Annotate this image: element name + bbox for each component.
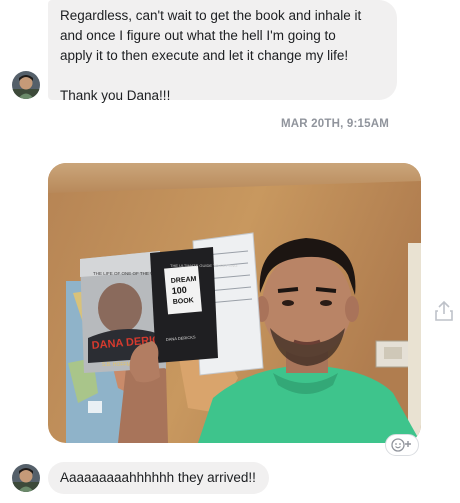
avatar[interactable] bbox=[12, 71, 40, 99]
message-line: Thank you Dana!!! bbox=[60, 88, 171, 103]
message-bubble[interactable]: Regardless, can't wait to get the book a… bbox=[48, 0, 397, 103]
message-line: and once I figure out what the hell I'm … bbox=[60, 28, 336, 43]
avatar-image bbox=[12, 71, 40, 99]
timestamp: MAR 20TH, 9:15AM bbox=[281, 118, 389, 130]
add-reaction-icon[interactable] bbox=[385, 434, 419, 456]
message-line-gap bbox=[60, 66, 385, 86]
photo-image: THE LIFE OF ONE OF THE WORLD'S BEST DANA… bbox=[48, 163, 421, 443]
book-2-title-2: 100 bbox=[171, 285, 187, 296]
photo-attachment[interactable]: THE LIFE OF ONE OF THE WORLD'S BEST DANA… bbox=[48, 163, 421, 443]
book-2-top-text: THE ULTIMATE GUIDE TO GETTING bbox=[170, 263, 238, 268]
messenger-conversation: Regardless, can't wait to get the book a… bbox=[0, 0, 460, 503]
message-line: Regardless, can't wait to get the book a… bbox=[60, 8, 362, 23]
share-icon[interactable] bbox=[432, 299, 456, 323]
message-text: Aaaaaaaaahhhhhh they arrived!! bbox=[60, 470, 256, 485]
message-bubble[interactable]: Aaaaaaaaahhhhhh they arrived!! bbox=[48, 462, 269, 494]
message-line: apply it to then execute and let it chan… bbox=[60, 48, 349, 63]
avatar[interactable] bbox=[12, 464, 40, 492]
avatar-image bbox=[12, 464, 40, 492]
